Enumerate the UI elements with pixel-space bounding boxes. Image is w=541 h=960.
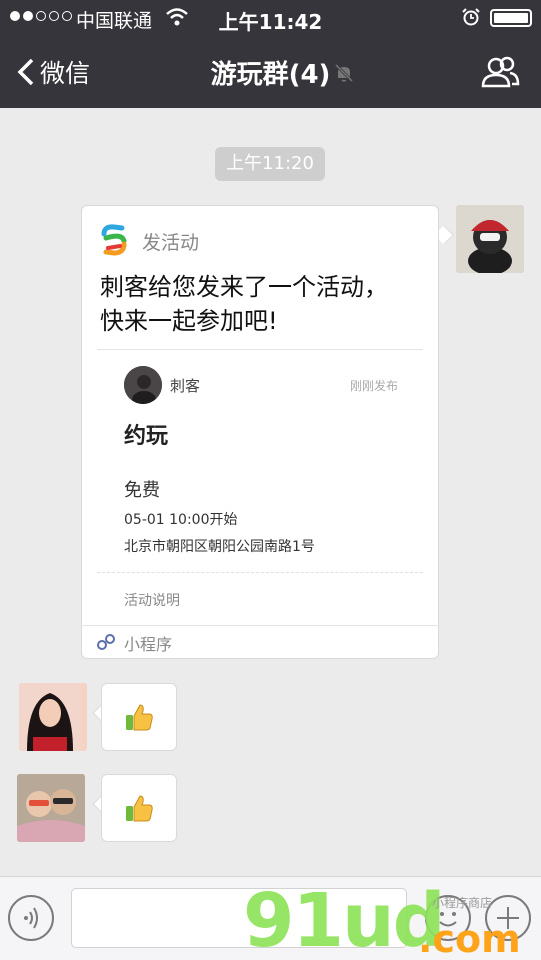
status-time: 上午11:42 (218, 10, 323, 34)
watermark-suffix: .com (418, 917, 521, 960)
mini-program-icon (97, 634, 115, 650)
voice-icon (24, 907, 38, 929)
voice-button[interactable] (8, 895, 54, 941)
post-time: 刚刚发布 (349, 379, 398, 393)
thumbs-up-icon (126, 704, 153, 731)
watermark: 91ud (243, 878, 446, 960)
divider (97, 572, 423, 573)
message-bubble[interactable] (101, 774, 177, 842)
message-bubble[interactable] (101, 683, 177, 751)
app-name: 发活动 (142, 232, 200, 254)
event-price: 免费 (124, 480, 160, 501)
poster-name: 刺客 (170, 377, 201, 395)
mini-program-card[interactable]: 发活动 刺客给您发来了一个活动，快来一起参加吧! 刺客 刚刚发布 约玩 免费 0… (81, 205, 439, 659)
avatar[interactable] (19, 683, 87, 751)
group-info-icon[interactable] (476, 54, 524, 90)
event-title: 约玩 (124, 424, 169, 449)
divider (82, 625, 438, 626)
mini-program-label: 小程序 (124, 635, 173, 654)
poster-avatar (124, 366, 162, 404)
header: 中国联通 上午11:42 微信 游玩群(4) (0, 0, 541, 108)
avatar[interactable] (17, 774, 85, 842)
card-message: 刺客给您发来了一个活动，快来一起参加吧! (100, 273, 388, 335)
watermark-caption: 小程序商店 (432, 896, 493, 910)
alarm-icon (462, 8, 480, 26)
app-logo-icon (101, 224, 127, 256)
avatar[interactable] (456, 205, 524, 273)
message-timestamp: 上午11:20 (215, 147, 325, 181)
event-address: 北京市朝阳区朝阳公园南路1号 (124, 539, 315, 555)
battery-icon (490, 9, 532, 27)
mute-bell-icon (334, 63, 354, 83)
event-start-time: 05-01 10:00开始 (124, 512, 238, 528)
status-bar: 中国联通 上午11:42 (0, 0, 541, 36)
event-description-label: 活动说明 (124, 593, 180, 609)
chat-title: 游玩群(4) (210, 60, 331, 90)
thumbs-up-icon (126, 795, 153, 822)
divider (97, 349, 423, 350)
